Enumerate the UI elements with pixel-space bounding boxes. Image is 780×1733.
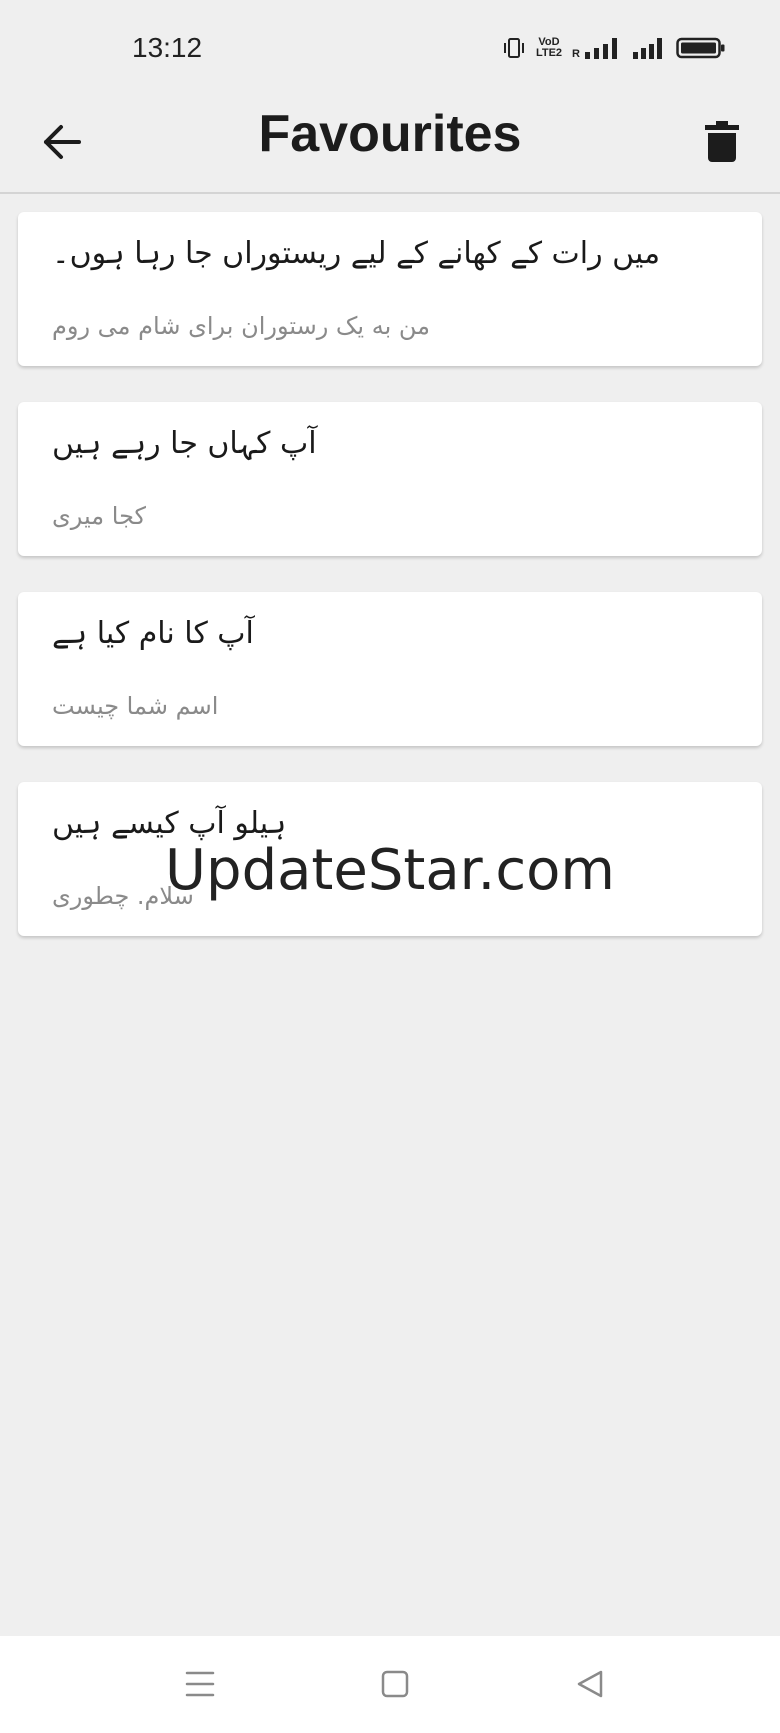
- system-back-button[interactable]: [568, 1664, 612, 1704]
- signal-icon-sim1: [585, 38, 617, 59]
- phrase-urdu: ہیلو آپ کیسے ہیں: [52, 806, 287, 841]
- status-time: 13:12: [132, 32, 203, 63]
- phrase-translation: اسم شما چیست: [52, 692, 219, 720]
- list-item[interactable]: ہیلو آپ کیسے ہیں سلام. چطوری: [18, 782, 762, 936]
- signal-icon-sim2: [633, 38, 662, 59]
- favourites-list: میں رات کے کھانے کے لیے ریستوراں جا رہا …: [18, 212, 762, 972]
- phrase-urdu: آپ کہاں جا رہے ہیں: [52, 426, 317, 461]
- phrase-urdu: آپ کا نام کیا ہے: [52, 616, 254, 651]
- vibrate-icon: [503, 38, 524, 58]
- list-item[interactable]: آپ کہاں جا رہے ہیں کجا میری: [18, 402, 762, 556]
- list-item[interactable]: آپ کا نام کیا ہے اسم شما چیست: [18, 592, 762, 746]
- recent-apps-button[interactable]: [178, 1664, 222, 1704]
- favourites-screen: 13:12 VoD LTE2 R Favourites میں رات کے ک…: [0, 0, 780, 1733]
- status-icons: VoD LTE2 R: [502, 36, 726, 60]
- volte-icon: VoD LTE2: [535, 36, 563, 59]
- system-nav-bar: [0, 1636, 780, 1733]
- phrase-translation: سلام. چطوری: [52, 882, 194, 910]
- roaming-indicator: R: [572, 48, 580, 60]
- trash-icon: [705, 121, 739, 162]
- list-item[interactable]: میں رات کے کھانے کے لیے ریستوراں جا رہا …: [18, 212, 762, 366]
- phrase-translation: من به یک رستوران برای شام می روم: [52, 312, 431, 340]
- delete-button[interactable]: [694, 112, 750, 172]
- page-title: Favourites: [258, 105, 522, 163]
- triangle-back-icon: [577, 1670, 603, 1698]
- phrase-translation: کجا میری: [52, 502, 146, 530]
- status-bar: 13:12 VoD LTE2 R: [0, 0, 780, 96]
- app-bar: Favourites: [0, 96, 780, 194]
- menu-icon: [185, 1671, 215, 1697]
- phrase-urdu: میں رات کے کھانے کے لیے ریستوراں جا رہا …: [52, 236, 661, 271]
- home-square-icon: [381, 1670, 409, 1698]
- battery-icon: [676, 37, 725, 59]
- home-button[interactable]: [373, 1664, 417, 1704]
